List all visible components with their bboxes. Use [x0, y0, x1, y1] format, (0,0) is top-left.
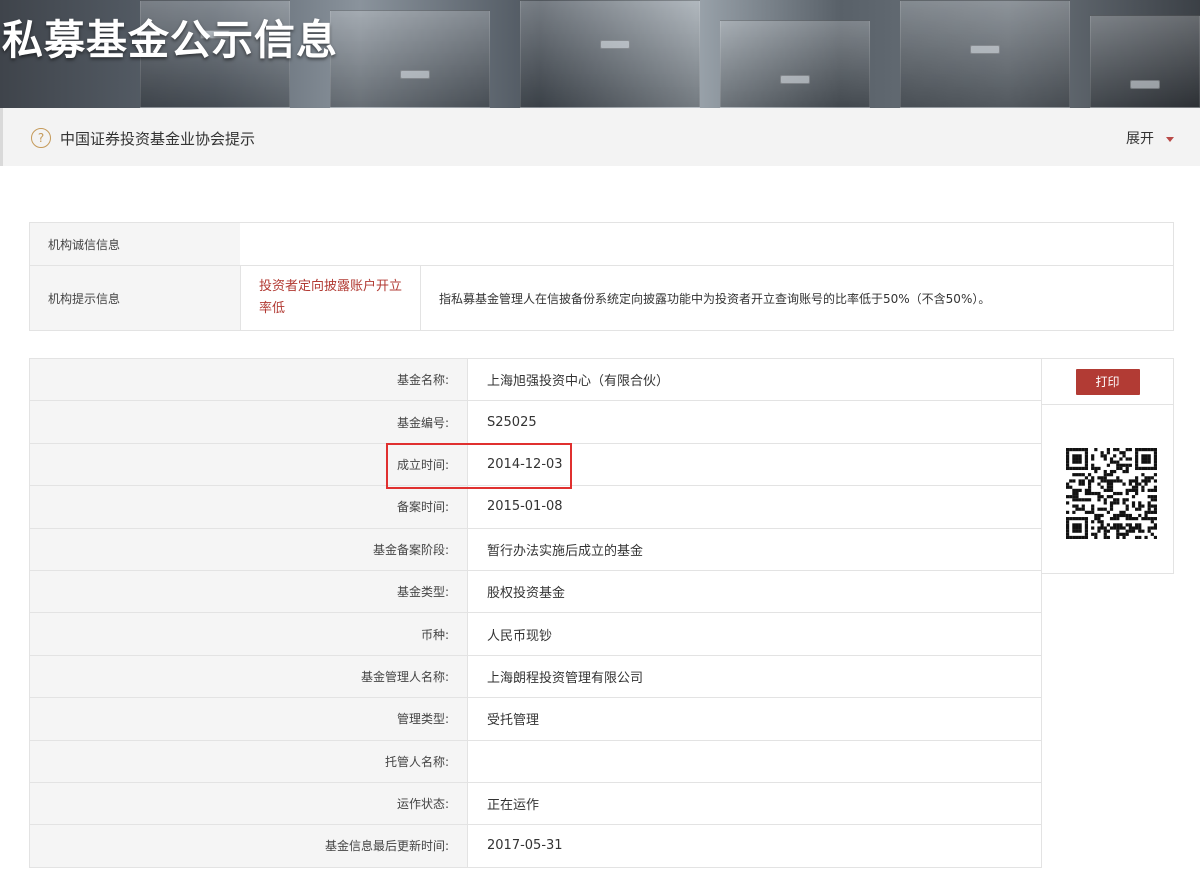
expand-toggle-label: 展开 — [1126, 131, 1154, 147]
last-update-label: 基金信息最后更新时间: — [30, 825, 468, 867]
institution-info-table: 机构诚信信息 机构提示信息 投资者定向披露账户开立率低 指私募基金管理人在信披备… — [29, 222, 1174, 331]
fund-type-value: 股权投资基金 — [468, 570, 1042, 613]
institution-integrity-label: 机构诚信信息 — [30, 223, 240, 265]
question-circle-icon: ? — [31, 128, 51, 148]
filing-stage-value: 暂行办法实施后成立的基金 — [468, 528, 1042, 570]
fund-info-table: 基金名称: 上海旭强投资中心（有限合伙） 基金编号: S25025 成立时间: 201… — [29, 358, 1174, 874]
fund-name-label: 基金名称: — [30, 359, 468, 401]
print-button[interactable]: 打印 — [1075, 368, 1140, 395]
fund-code-label: 基金编号: — [30, 401, 468, 443]
print-cell: 打印 — [1042, 359, 1173, 405]
custodian-name-label: 托管人名称: — [30, 740, 468, 782]
fund-name-value: 上海旭强投资中心（有限合伙） — [468, 359, 1042, 401]
table-row: 基金名称: 上海旭强投资中心（有限合伙） — [30, 359, 1042, 402]
table-row: 托管人名称: — [30, 740, 1042, 783]
operation-status-label: 运作状态: — [30, 782, 468, 825]
filing-date-value: 2015-01-08 — [468, 486, 1042, 528]
expand-toggle[interactable]: 展开 — [1126, 128, 1174, 148]
institution-notice-tag[interactable]: 投资者定向披露账户开立率低 — [240, 266, 421, 330]
filing-date-label: 备案时间: — [30, 486, 468, 528]
management-type-label: 管理类型: — [30, 698, 468, 740]
table-row: 管理类型: 受托管理 — [30, 698, 1042, 741]
filing-stage-label: 基金备案阶段: — [30, 528, 468, 570]
page-title: 私募基金公示信息 — [2, 16, 338, 64]
table-row: 基金信息最后更新时间: 2017-05-31 — [30, 825, 1042, 868]
banner-cabinet — [330, 10, 490, 108]
table-row: 基金编号: S25025 — [30, 401, 1042, 444]
institution-notice-desc: 指私募基金管理人在信披备份系统定向披露功能中为投资者开立查询账号的比率低于50%… — [439, 291, 991, 306]
last-update-value: 2017-05-31 — [468, 825, 1042, 867]
notice-text: 中国证券投资基金业协会提示 — [60, 130, 256, 148]
table-row: 机构提示信息 投资者定向披露账户开立率低 指私募基金管理人在信披备份系统定向披露… — [30, 265, 1173, 330]
banner-handle — [600, 40, 630, 49]
custodian-name-value — [468, 740, 1042, 782]
banner-cabinet — [720, 20, 870, 108]
banner-handle — [400, 70, 430, 79]
manager-name-value[interactable]: 上海朗程投资管理有限公司 — [468, 655, 1042, 698]
side-panel: 打印 — [1042, 358, 1174, 574]
banner-cabinet — [520, 0, 700, 108]
fund-code-value: S25025 — [468, 401, 1042, 443]
table-row: 机构诚信信息 — [30, 223, 1173, 265]
institution-integrity-value — [240, 223, 1173, 265]
banner-handle — [780, 75, 810, 84]
table-row: 备案时间: 2015-01-08 — [30, 486, 1042, 529]
table-row: 基金备案阶段: 暂行办法实施后成立的基金 — [30, 528, 1042, 571]
currency-value: 人民币现钞 — [468, 613, 1042, 655]
table-row: 币种: 人民币现钞 — [30, 613, 1042, 656]
fund-type-label: 基金类型: — [30, 570, 468, 613]
page-banner: 私募基金公示信息 — [0, 0, 1200, 108]
table-row: 基金管理人名称: 上海朗程投资管理有限公司 — [30, 655, 1042, 699]
table-row: 运作状态: 正在运作 — [30, 782, 1042, 826]
currency-label: 币种: — [30, 613, 468, 655]
banner-handle — [970, 45, 1000, 54]
management-type-value: 受托管理 — [468, 698, 1042, 740]
fund-rows: 基金名称: 上海旭强投资中心（有限合伙） 基金编号: S25025 成立时间: 201… — [29, 358, 1042, 868]
caret-down-icon — [1166, 136, 1174, 142]
operation-status-value: 正在运作 — [468, 782, 1042, 825]
qr-code-icon — [1066, 448, 1157, 539]
institution-notice-label: 机构提示信息 — [30, 266, 240, 330]
highlight-box — [386, 443, 572, 489]
banner-cabinet — [900, 0, 1070, 108]
banner-handle — [1130, 80, 1160, 89]
banner-cabinet — [1090, 15, 1200, 108]
table-row: 基金类型: 股权投资基金 — [30, 570, 1042, 614]
association-notice-bar: ? 中国证券投资基金业协会提示 展开 — [0, 108, 1200, 166]
manager-name-label: 基金管理人名称: — [30, 655, 468, 698]
